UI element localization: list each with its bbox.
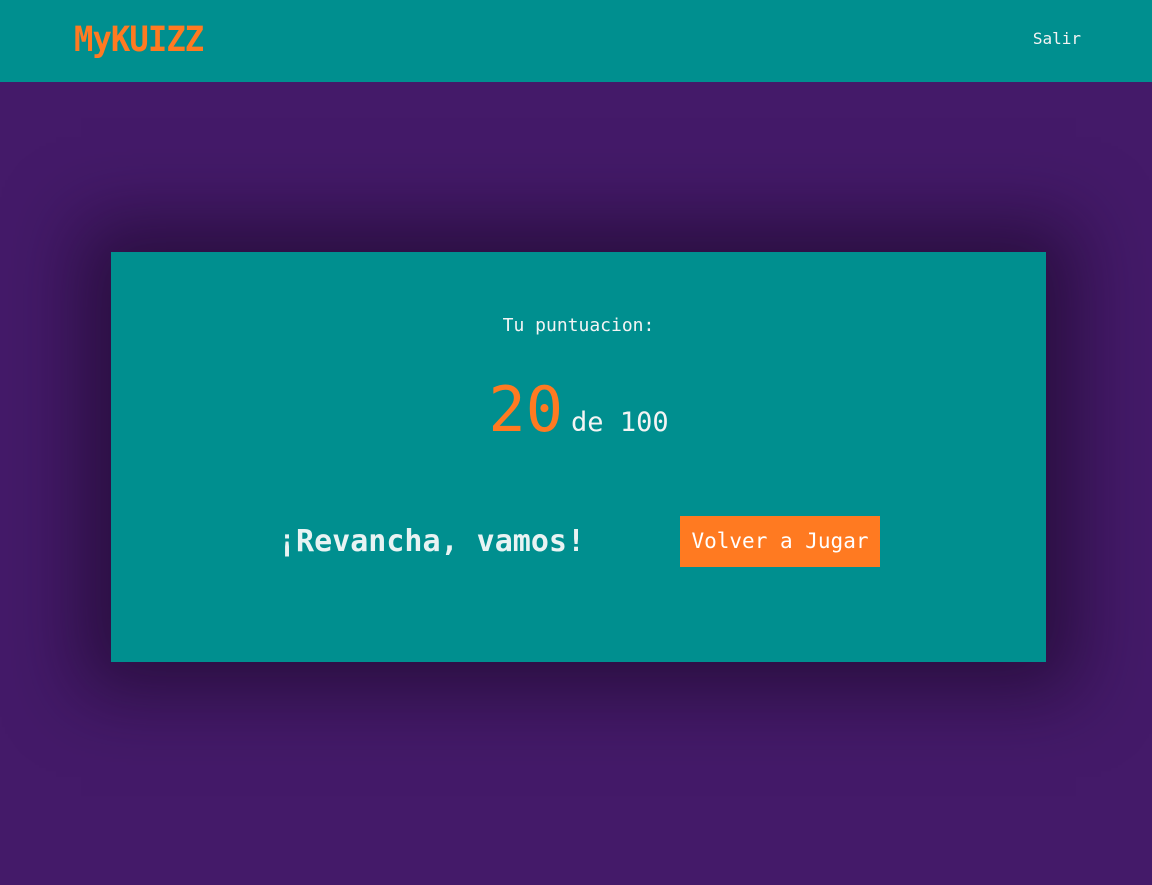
app-logo[interactable]: MyKUIZZ — [74, 18, 204, 62]
play-again-button[interactable]: Volver a Jugar — [680, 516, 880, 567]
rematch-message: ¡Revancha, vamos! — [278, 524, 586, 559]
top-navbar: MyKUIZZ Salir — [0, 0, 1152, 82]
logout-link[interactable]: Salir — [1033, 28, 1081, 50]
score-display: 20 de 100 — [111, 372, 1046, 448]
score-value: 20 — [488, 373, 564, 446]
result-card: Tu puntuacion: 20 de 100 ¡Revancha, vamos… — [111, 252, 1046, 662]
score-label: Tu puntuacion: — [502, 315, 655, 336]
score-total: de 100 — [571, 407, 669, 438]
